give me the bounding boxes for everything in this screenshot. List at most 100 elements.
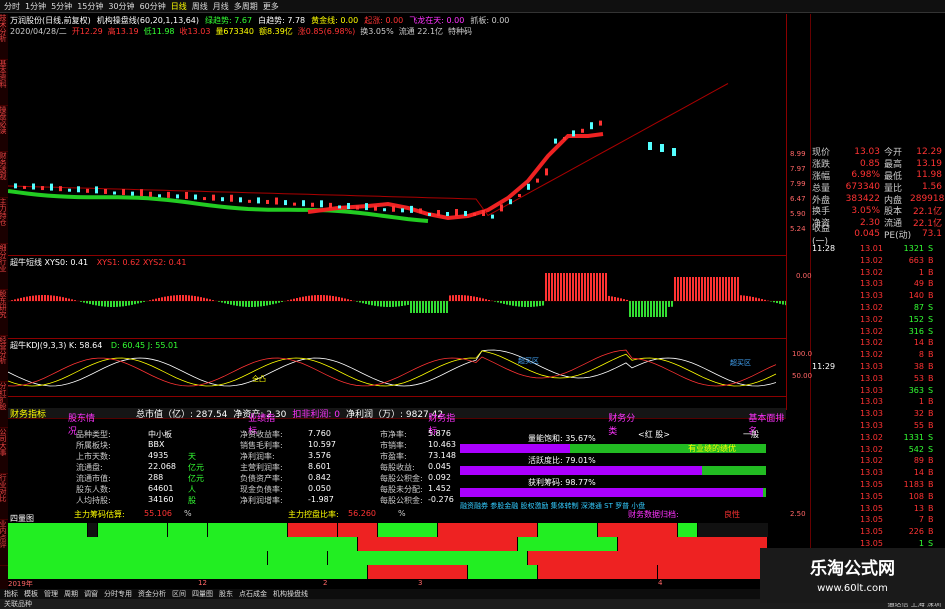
osc1-bar <box>671 301 673 307</box>
tick-volume: 14 <box>913 338 924 348</box>
tick-side: B <box>928 291 934 301</box>
osc1-bar <box>326 295 328 301</box>
left-tab[interactable]: 财务透视 <box>0 152 8 198</box>
tick-side: S <box>928 444 934 454</box>
indicator-value: 黄金线: 0.00 <box>311 16 359 25</box>
left-tab[interactable]: 细分行业 <box>0 244 8 290</box>
chip-estimate-label: 主力筹码估算: <box>74 510 125 519</box>
bottom-tab[interactable]: 分时专用 <box>104 589 132 599</box>
left-tab[interactable]: 行业对比 <box>0 474 8 520</box>
period-tab[interactable]: 分时 <box>4 1 20 12</box>
bottom-tab[interactable]: 调窗 <box>84 589 98 599</box>
period-tab[interactable]: 30分钟 <box>108 1 134 12</box>
bottom-tab[interactable]: 指标 <box>4 589 18 599</box>
finance-value: 0.842 <box>308 473 331 482</box>
period-toolbar: 分时 1分钟 5分钟 15分钟 30分钟 60分钟 日线 周线 月线 多周期 更多 <box>0 0 945 13</box>
period-tab[interactable]: 多周期 <box>234 1 258 12</box>
finance-unit: 亿元 <box>188 474 204 483</box>
osc1-bar <box>278 301 280 303</box>
candle <box>329 202 332 208</box>
bottom-tab[interactable]: 模板 <box>24 589 38 599</box>
osc1-bar <box>473 296 475 301</box>
tick-price: 13.02 <box>860 432 883 442</box>
rank-value: 一般 <box>743 430 759 439</box>
osc1-bar <box>386 301 388 307</box>
osc1-bar <box>404 301 406 306</box>
candle <box>338 205 341 209</box>
osc1-bar <box>644 301 646 317</box>
finance-label: 市销率: <box>380 441 407 450</box>
tick-side: B <box>928 279 934 289</box>
tick-list[interactable]: 13.01 1321 S 13.02 663 B 13.02 1 B 13.03 49 B 13.03 1… <box>860 244 944 574</box>
osc1-bar <box>440 301 442 313</box>
bottom-tab[interactable]: 周期 <box>64 589 78 599</box>
period-tab[interactable]: 60分钟 <box>140 1 166 12</box>
sector-segment <box>8 551 268 565</box>
tick-row: 13.03 1 B <box>860 397 944 409</box>
left-tab[interactable]: 公司大事 <box>0 428 8 474</box>
osc1-bar <box>716 277 718 301</box>
bottom-tab[interactable]: 股东 <box>219 589 233 599</box>
tick-price: 13.02 <box>860 338 883 348</box>
sector-segment <box>288 523 338 537</box>
left-tab[interactable]: 业内点评 <box>0 520 8 566</box>
sector-segment <box>358 537 518 551</box>
left-tab[interactable]: 主力持仓 <box>0 198 8 244</box>
osc1-bar <box>446 301 448 313</box>
period-tab[interactable]: 1分钟 <box>25 1 46 12</box>
osc1-bar <box>779 301 781 304</box>
bottom-tab[interactable]: 机构操盘线 <box>273 589 308 599</box>
time-label: 11:29 <box>812 362 836 371</box>
osc1-bar <box>707 277 709 301</box>
osc2-chart[interactable] <box>8 348 786 396</box>
left-tab[interactable]: 分红扩股 <box>0 382 8 428</box>
osc1-bar <box>362 301 364 304</box>
bottom-tab[interactable]: 点石成金 <box>239 589 267 599</box>
osc1-bar <box>680 277 682 301</box>
period-tab[interactable]: 周线 <box>192 1 208 12</box>
left-tab[interactable]: 基本资料 <box>0 60 8 106</box>
bar-info-item: 换3.05% <box>360 27 394 36</box>
osc1-bar <box>293 298 295 301</box>
osc1-bar <box>596 273 598 301</box>
tick-side: S <box>928 385 934 395</box>
left-tab[interactable]: 技术分析 <box>0 14 8 60</box>
tick-side: B <box>928 420 934 430</box>
left-tab[interactable]: 操盘必读 <box>0 106 8 152</box>
osc1-bar <box>650 301 652 317</box>
price-chart[interactable] <box>8 36 786 254</box>
bar-info-item: 额8.39亿 <box>258 27 293 36</box>
bottom-tab[interactable]: 管理 <box>44 589 58 599</box>
candle <box>167 191 170 198</box>
osc1-bar <box>617 297 619 301</box>
candle <box>41 186 44 191</box>
watermark-url: www.60lt.com <box>817 583 888 594</box>
period-tab[interactable]: 月线 <box>213 1 229 12</box>
osc1-bar <box>140 301 142 303</box>
left-tab[interactable]: 股东研究 <box>0 290 8 336</box>
period-tab[interactable]: 更多 <box>263 1 279 12</box>
osc1-bar <box>194 296 196 301</box>
bottom-tab[interactable]: 资金分析 <box>138 589 166 599</box>
finance-value: 64601 <box>148 484 174 493</box>
left-tab[interactable]: 经营分析 <box>0 336 8 382</box>
tick-price: 13.05 <box>860 503 883 513</box>
osc1-bar <box>452 295 454 301</box>
price-tick: 7.97 <box>790 165 806 173</box>
osc1-bar <box>545 273 547 301</box>
period-tab[interactable]: 日线 <box>171 1 187 12</box>
sector-segment <box>538 523 598 537</box>
bottom-tab[interactable]: 区间 <box>172 589 186 599</box>
period-tab[interactable]: 5分钟 <box>51 1 72 12</box>
period-tab[interactable]: 15分钟 <box>77 1 103 12</box>
tick-price: 13.02 <box>860 456 883 466</box>
osc1-bar <box>614 297 616 301</box>
candle <box>275 197 278 205</box>
osc1-bar <box>104 301 106 307</box>
osc1-chart[interactable] <box>8 265 786 337</box>
bottom-tab[interactable]: 四量图 <box>192 589 213 599</box>
finance-label: 上市天数: <box>76 452 111 461</box>
sector-chart[interactable] <box>8 523 768 579</box>
osc1-bar <box>341 297 343 301</box>
candle <box>581 128 584 133</box>
